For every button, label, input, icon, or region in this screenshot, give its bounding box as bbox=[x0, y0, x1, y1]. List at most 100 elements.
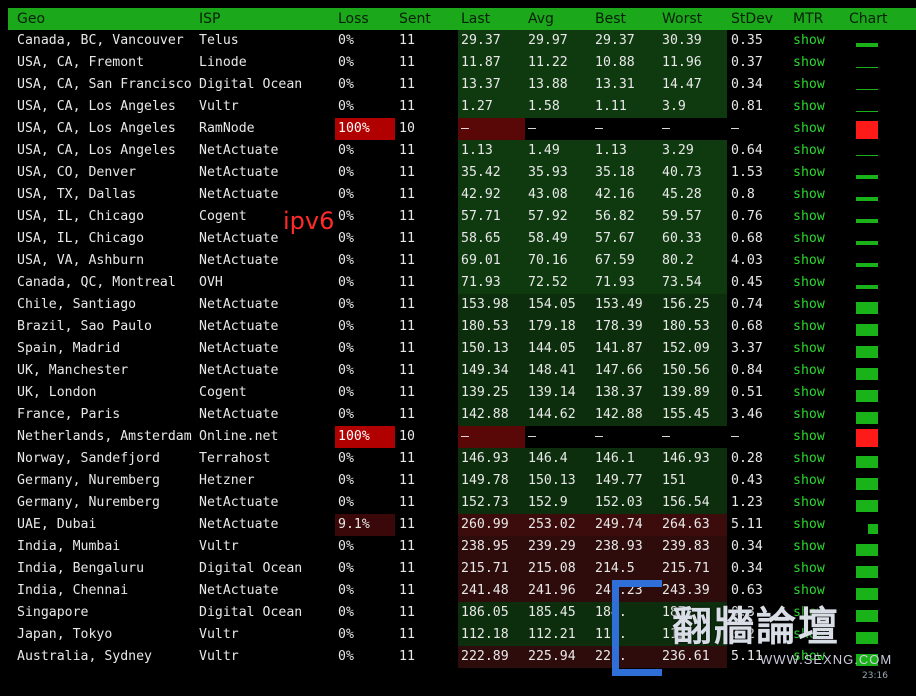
cell-worst: 30.39 bbox=[662, 33, 702, 48]
cell-mtr[interactable]: show bbox=[793, 30, 838, 52]
cell-avg: 144.62 bbox=[528, 407, 576, 422]
cell-sent: 11 bbox=[399, 385, 415, 400]
cell-mtr[interactable]: show bbox=[793, 580, 838, 602]
cell-geo: USA, CA, San Francisco bbox=[17, 77, 192, 92]
mini-chart bbox=[856, 241, 878, 245]
cell-sent: 11 bbox=[399, 451, 415, 466]
cell-isp: Cogent bbox=[199, 385, 247, 400]
cell-avg: 139.14 bbox=[528, 385, 576, 400]
cell-worst: 3.29 bbox=[662, 143, 694, 158]
header-mtr: MTR bbox=[793, 11, 824, 27]
cell-mtr[interactable]: show bbox=[793, 624, 838, 646]
cell-mtr[interactable]: show bbox=[793, 316, 838, 338]
cell-mtr[interactable]: show bbox=[793, 52, 838, 74]
cell-isp: Vultr bbox=[199, 627, 239, 642]
cell-mtr[interactable]: show bbox=[793, 448, 838, 470]
cell-mtr[interactable]: show bbox=[793, 140, 838, 162]
header-last[interactable]: Last bbox=[458, 8, 525, 30]
header-avg[interactable]: Avg bbox=[525, 8, 592, 30]
cell-last: – bbox=[461, 429, 469, 444]
cell-isp: NetActuate bbox=[199, 187, 279, 202]
cell-isp: Terrahost bbox=[199, 451, 271, 466]
cell-mtr[interactable]: show bbox=[793, 250, 838, 272]
cell-sent: 11 bbox=[399, 275, 415, 290]
cell-mtr[interactable]: show bbox=[793, 470, 838, 492]
watermark-time: 23:16 bbox=[862, 671, 888, 681]
cell-worst: 151 bbox=[662, 473, 686, 488]
cell-best: 146.1 bbox=[595, 451, 635, 466]
header-best[interactable]: Best bbox=[592, 8, 659, 30]
header-isp[interactable]: ISP bbox=[199, 8, 337, 30]
cell-loss: 0% bbox=[338, 341, 354, 356]
cell-stdev: 0.84 bbox=[731, 363, 763, 378]
cell-mtr[interactable]: show bbox=[793, 118, 838, 140]
cell-mtr[interactable]: show bbox=[793, 184, 838, 206]
cell-isp: NetActuate bbox=[199, 297, 279, 312]
header-geo[interactable]: Geo bbox=[17, 8, 200, 30]
cell-mtr[interactable]: show bbox=[793, 206, 838, 228]
cell-isp: NetActuate bbox=[199, 407, 279, 422]
cell-avg: – bbox=[528, 429, 536, 444]
cell-mtr[interactable]: show bbox=[793, 228, 838, 250]
header-sent[interactable]: Sent bbox=[399, 8, 454, 30]
cell-geo: Brazil, Sao Paulo bbox=[17, 319, 152, 334]
mini-chart bbox=[856, 610, 878, 622]
cell-mtr[interactable]: show bbox=[793, 162, 838, 184]
cell-stdev: – bbox=[731, 121, 739, 136]
cell-avg: 179.18 bbox=[528, 319, 576, 334]
table-row: India, Chennai NetActuate 0% 11 241.48 241.96… bbox=[8, 580, 916, 602]
mini-chart bbox=[856, 544, 878, 556]
cell-mtr[interactable]: show bbox=[793, 426, 838, 448]
cell-isp: Linode bbox=[199, 55, 247, 70]
cell-geo: USA, CA, Los Angeles bbox=[17, 143, 176, 158]
cell-mtr[interactable]: show bbox=[793, 646, 838, 668]
table-row: UK, Manchester NetActuate 0% 11 149.34 148.41… bbox=[8, 360, 916, 382]
cell-mtr[interactable]: show bbox=[793, 536, 838, 558]
header-worst[interactable]: Worst bbox=[659, 8, 727, 30]
cell-loss: 0% bbox=[338, 539, 354, 554]
cell-mtr[interactable]: show bbox=[793, 558, 838, 580]
cell-avg: – bbox=[528, 121, 536, 136]
mini-chart bbox=[856, 302, 878, 314]
cell-sent: 11 bbox=[399, 77, 415, 92]
cell-mtr[interactable]: show bbox=[793, 492, 838, 514]
cell-stdev: 0.68 bbox=[731, 231, 763, 246]
cell-isp: NetActuate bbox=[199, 319, 279, 334]
cell-isp: NetActuate bbox=[199, 341, 279, 356]
cell-sent: 11 bbox=[399, 605, 415, 620]
cell-loss: 100% bbox=[335, 426, 395, 448]
cell-mtr[interactable]: show bbox=[793, 404, 838, 426]
cell-geo: USA, CO, Denver bbox=[17, 165, 137, 180]
cell-worst: 45.28 bbox=[662, 187, 702, 202]
cell-mtr[interactable]: show bbox=[793, 294, 838, 316]
cell-geo: USA, CA, Los Angeles bbox=[17, 99, 176, 114]
cell-geo: India, Bengaluru bbox=[17, 561, 145, 576]
cell-mtr[interactable]: show bbox=[793, 602, 838, 624]
cell-sent: 11 bbox=[399, 209, 415, 224]
cell-loss: 0% bbox=[338, 385, 354, 400]
table-row: Germany, Nuremberg Hetzner 0% 11 149.78 150.1… bbox=[8, 470, 916, 492]
cell-last: 241.48 bbox=[461, 583, 509, 598]
table-body: Canada, BC, Vancouver Telus 0% 11 29.37 29.97… bbox=[8, 30, 916, 668]
cell-mtr[interactable]: show bbox=[793, 360, 838, 382]
cell-best: 249.74 bbox=[595, 517, 643, 532]
cell-worst: 236.61 bbox=[662, 649, 710, 664]
cell-best: 138.37 bbox=[595, 385, 643, 400]
cell-mtr[interactable]: show bbox=[793, 382, 838, 404]
header-loss[interactable]: Loss bbox=[335, 8, 395, 30]
cell-loss: 0% bbox=[338, 187, 354, 202]
cell-mtr[interactable]: show bbox=[793, 272, 838, 294]
cell-mtr[interactable]: show bbox=[793, 74, 838, 96]
cell-stdev: 0.3 bbox=[731, 605, 755, 620]
cell-stdev: 0.74 bbox=[731, 297, 763, 312]
cell-mtr[interactable]: show bbox=[793, 514, 838, 536]
cell-mtr[interactable]: show bbox=[793, 338, 838, 360]
ping-results-table: Geo ISP Loss Sent Last Avg Best Worst St… bbox=[8, 8, 916, 668]
cell-loss: 0% bbox=[338, 165, 354, 180]
mini-chart bbox=[856, 43, 878, 47]
cell-mtr[interactable]: show bbox=[793, 96, 838, 118]
mini-chart bbox=[856, 324, 878, 336]
table-row: Japan, Tokyo Vultr 0% 11 112.18 112.21 111. 112… bbox=[8, 624, 916, 646]
cell-worst: 139.89 bbox=[662, 385, 710, 400]
header-stdev[interactable]: StDev bbox=[727, 8, 793, 30]
